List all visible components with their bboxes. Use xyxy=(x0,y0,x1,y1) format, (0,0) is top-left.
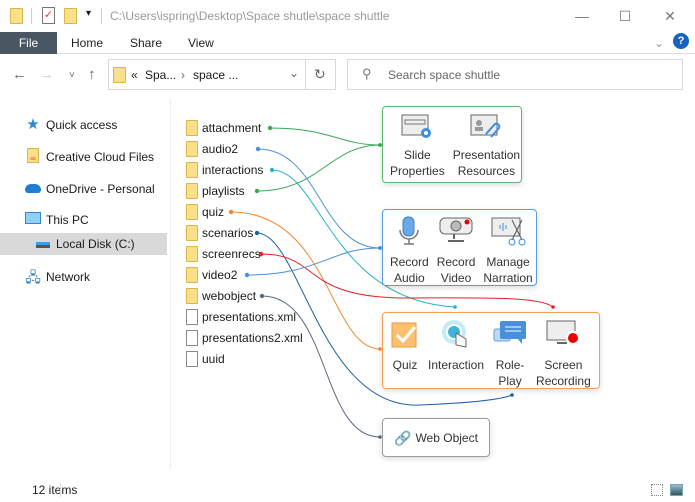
feature-label: Record xyxy=(436,255,476,269)
presentation-resources-icon xyxy=(469,113,503,147)
feature-group: 🔗 Web Object xyxy=(382,418,490,457)
slide-properties-button[interactable]: Slide Properties xyxy=(387,113,448,178)
connection-dot xyxy=(259,293,265,299)
feature-label: Narration xyxy=(483,271,533,285)
feature-label: Interaction xyxy=(428,358,485,372)
web-object-button[interactable]: 🔗 Web Object xyxy=(391,430,481,446)
arrow-head xyxy=(453,305,457,309)
feature-label: Video xyxy=(440,271,472,285)
feature-label: Slide xyxy=(404,148,431,162)
connection-dot xyxy=(254,188,260,194)
role-play-icon xyxy=(492,319,528,357)
screen-recording-icon xyxy=(545,319,581,357)
connection-dot xyxy=(258,251,264,257)
feature-label: Quiz xyxy=(392,358,418,372)
presentation-resources-button[interactable]: Presentation Resources xyxy=(450,113,523,178)
manage-narration-button[interactable]: Manage Narration xyxy=(480,216,535,285)
arrow-head xyxy=(510,393,514,397)
feature-label: Properties xyxy=(390,164,445,178)
feature-group: Slide Properties Presentation Resources xyxy=(382,106,522,183)
connection-dot xyxy=(269,167,275,173)
feature-label: Resources xyxy=(457,164,516,178)
screen-recording-button[interactable]: Screen Recording xyxy=(533,319,594,388)
feature-label: Recording xyxy=(536,374,591,388)
record-audio-icon xyxy=(392,216,426,254)
quiz-icon xyxy=(390,319,420,357)
large-icons-view-button[interactable] xyxy=(670,484,683,496)
connection-dot xyxy=(244,272,250,278)
feature-label: Record xyxy=(390,255,429,269)
record-audio-button[interactable]: Record Audio xyxy=(387,216,432,285)
connection-line xyxy=(261,295,381,438)
arrow-head xyxy=(551,305,555,309)
connection-line xyxy=(269,127,381,146)
interaction-icon xyxy=(440,319,472,357)
connection-dot xyxy=(254,230,260,236)
manage-narration-icon xyxy=(490,216,526,254)
role-play-button[interactable]: Role- Play xyxy=(489,319,531,388)
feature-label: Web Object xyxy=(415,430,478,445)
slide-properties-icon xyxy=(400,113,434,147)
connection-dot xyxy=(228,209,234,215)
feature-label: Audio xyxy=(393,271,425,285)
feature-label: Screen xyxy=(544,358,583,372)
link-icon: 🔗 xyxy=(394,429,412,446)
connection-dot xyxy=(255,146,261,152)
status-item-count: 12 items xyxy=(32,483,78,497)
feature-group: Quiz Interaction Role- Play Screen Recording xyxy=(382,312,600,389)
connection-lines xyxy=(228,125,555,439)
connection-dot xyxy=(267,125,273,131)
feature-group: Record Audio Record Video Manage Narration xyxy=(382,209,537,286)
record-video-button[interactable]: Record Video xyxy=(434,216,479,285)
connection-line xyxy=(246,247,381,276)
interaction-button[interactable]: Interaction xyxy=(425,319,487,384)
feature-label: Play xyxy=(498,374,522,388)
quiz-button[interactable]: Quiz xyxy=(387,319,423,384)
details-view-button[interactable] xyxy=(651,484,663,496)
connection-line xyxy=(230,211,381,350)
feature-label: Manage xyxy=(486,255,530,269)
feature-label: Presentation xyxy=(452,148,521,162)
feature-label: Role- xyxy=(495,358,525,372)
connection-line xyxy=(257,148,381,249)
record-video-icon xyxy=(438,216,474,254)
